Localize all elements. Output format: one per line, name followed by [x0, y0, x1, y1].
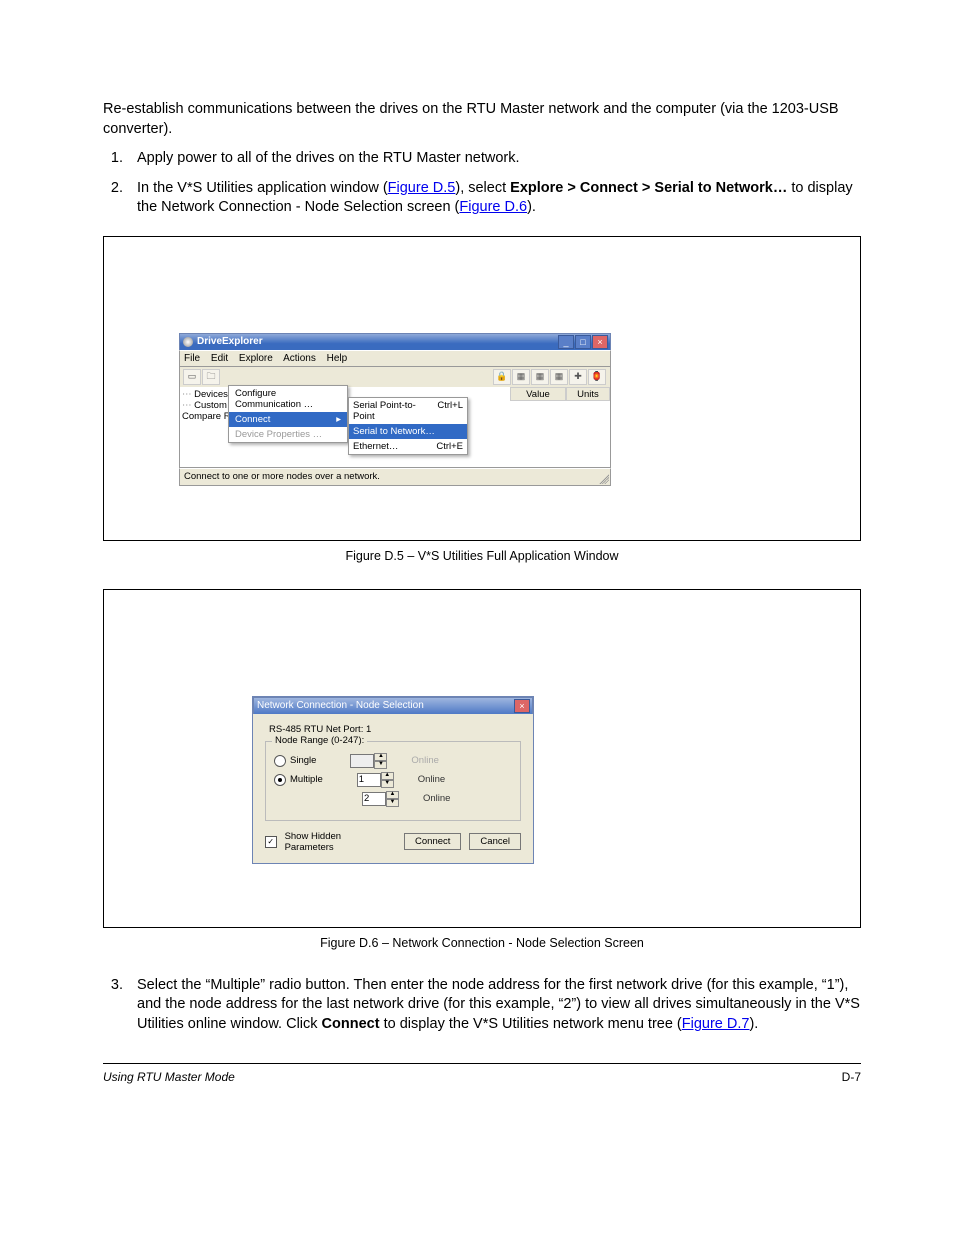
step-2-text-d: ). [527, 199, 536, 215]
footer-rule [103, 1063, 861, 1064]
minimize-button[interactable]: _ [558, 335, 574, 349]
menu-file[interactable]: File [184, 353, 200, 364]
new-icon[interactable]: ▭ [183, 369, 201, 385]
spin-up-icon[interactable]: ▲ [386, 791, 399, 799]
figure-d5-caption: Figure D.5 – V*S Utilities Full Applicat… [103, 549, 861, 563]
port-line: RS-485 RTU Net Port: 1 [269, 724, 521, 735]
from-input[interactable] [357, 773, 381, 787]
spin-down-icon[interactable]: ▼ [386, 799, 399, 807]
fieldset-legend: Node Range (0-247): [272, 735, 367, 746]
from-spinner[interactable]: ▲▼ [357, 772, 394, 788]
to-online-label: Online [423, 793, 450, 804]
status-text: Connect to one or more nodes over a netw… [184, 471, 380, 482]
step-3: Select the “Multiple” radio button. Then… [127, 976, 861, 1035]
cancel-button[interactable]: Cancel [469, 833, 521, 850]
dialog-titlebar[interactable]: Network Connection - Node Selection × [253, 697, 533, 714]
menu-item-configure-comm[interactable]: Configure Communication … [229, 386, 347, 412]
intro-paragraph: Re-establish communications between the … [103, 100, 861, 139]
step-3-text-c: ). [749, 1016, 758, 1032]
link-figure-d6[interactable]: Figure D.6 [459, 199, 527, 215]
step-1: Apply power to all of the drives on the … [127, 149, 861, 169]
link-figure-d5[interactable]: Figure D.5 [388, 180, 456, 196]
step-2-text-a: In the V*S Utilities application window … [137, 180, 388, 196]
single-input [350, 754, 374, 768]
spin-up-icon: ▲ [374, 753, 387, 761]
from-online-label: Online [418, 774, 445, 785]
tool-icon-4[interactable]: ▦ [550, 369, 568, 385]
status-bar: Connect to one or more nodes over a netw… [179, 468, 611, 486]
figure-d6-caption: Figure D.6 – Network Connection - Node S… [103, 936, 861, 950]
spin-down-icon[interactable]: ▼ [381, 780, 394, 788]
list-header: Value Units [510, 387, 610, 401]
menu-item-connect-label: Connect [235, 414, 270, 425]
figure-d5-frame: DriveExplorer _ □ × File Edit Explore Ac… [103, 236, 861, 541]
menu-help[interactable]: Help [327, 353, 348, 364]
menu-item-device-properties[interactable]: Device Properties … [229, 427, 347, 442]
menu-item-connect[interactable]: Connect ▸ [229, 412, 347, 427]
window-titlebar[interactable]: DriveExplorer _ □ × [179, 333, 611, 350]
col-value[interactable]: Value [510, 387, 566, 401]
tool-icon-1[interactable]: 🔒 [493, 369, 511, 385]
open-icon[interactable]: 🗀 [202, 369, 220, 385]
submenu-ethernet-label: Ethernet… [353, 441, 398, 452]
submenu-ethernet-accel: Ctrl+E [436, 441, 463, 452]
spin-down-icon: ▼ [374, 761, 387, 769]
menu-bar[interactable]: File Edit Explore Actions Help [179, 350, 611, 367]
dialog-close-button[interactable]: × [514, 699, 530, 713]
footer-right: D-7 [842, 1070, 861, 1084]
submenu-serial-ptp-accel: Ctrl+L [437, 400, 463, 422]
tool-icon-3[interactable]: ▦ [531, 369, 549, 385]
node-selection-dialog: Network Connection - Node Selection × RS… [252, 696, 534, 864]
step-2: In the V*S Utilities application window … [127, 179, 861, 218]
submenu-serial-to-network-label: Serial to Network… [353, 426, 435, 437]
step-3-bold: Connect [322, 1016, 380, 1032]
col-units[interactable]: Units [566, 387, 610, 401]
submenu-arrow-icon: ▸ [336, 414, 341, 425]
spin-up-icon[interactable]: ▲ [381, 772, 394, 780]
connect-submenu[interactable]: Serial Point-to-Point Ctrl+L Serial to N… [348, 397, 468, 455]
single-online-label: Online [411, 755, 438, 766]
close-button[interactable]: × [592, 335, 608, 349]
submenu-serial-to-network[interactable]: Serial to Network… [349, 424, 467, 439]
toolbar: ▭ 🗀 🔒 ▦ ▦ ▦ ✚ 🏮 [179, 367, 611, 387]
dialog-title: Network Connection - Node Selection [257, 700, 514, 711]
radio-single-label: Single [290, 755, 316, 766]
radio-multiple[interactable] [274, 774, 286, 786]
driveexplorer-window: DriveExplorer _ □ × File Edit Explore Ac… [179, 333, 611, 486]
menu-explore[interactable]: Explore [239, 353, 273, 364]
footer-left: Using RTU Master Mode [103, 1070, 235, 1084]
submenu-serial-ptp[interactable]: Serial Point-to-Point Ctrl+L [349, 398, 467, 424]
maximize-button[interactable]: □ [575, 335, 591, 349]
step-2-text-b: ), select [455, 180, 510, 196]
to-input[interactable] [362, 792, 386, 806]
resize-grip-icon[interactable] [597, 472, 609, 484]
submenu-ethernet[interactable]: Ethernet… Ctrl+E [349, 439, 467, 454]
menu-actions[interactable]: Actions [283, 353, 316, 364]
explore-dropdown[interactable]: Configure Communication … Connect ▸ Devic… [228, 385, 348, 443]
step-3-text-b: to display the V*S Utilities network men… [380, 1016, 682, 1032]
submenu-serial-ptp-label: Serial Point-to-Point [353, 400, 437, 422]
app-icon [183, 337, 193, 347]
tool-icon-6[interactable]: 🏮 [588, 369, 606, 385]
radio-multiple-label: Multiple [290, 774, 323, 785]
show-hidden-checkbox[interactable]: ✓ [265, 836, 277, 848]
to-spinner[interactable]: ▲▼ [362, 791, 399, 807]
menu-edit[interactable]: Edit [211, 353, 228, 364]
tool-icon-5[interactable]: ✚ [569, 369, 587, 385]
single-spinner: ▲▼ [350, 753, 387, 769]
link-figure-d7[interactable]: Figure D.7 [682, 1016, 750, 1032]
node-range-fieldset: Node Range (0-247): Single ▲▼ Online Mul… [265, 741, 521, 821]
connect-button[interactable]: Connect [404, 833, 461, 850]
radio-single[interactable] [274, 755, 286, 767]
window-title: DriveExplorer [197, 336, 558, 347]
figure-d6-frame: Network Connection - Node Selection × RS… [103, 589, 861, 928]
tool-icon-2[interactable]: ▦ [512, 369, 530, 385]
client-area: Devices Custom Compare Results Configure… [179, 387, 611, 468]
show-hidden-label: Show Hidden Parameters [285, 831, 388, 853]
step-2-bold: Explore > Connect > Serial to Network… [510, 180, 787, 196]
